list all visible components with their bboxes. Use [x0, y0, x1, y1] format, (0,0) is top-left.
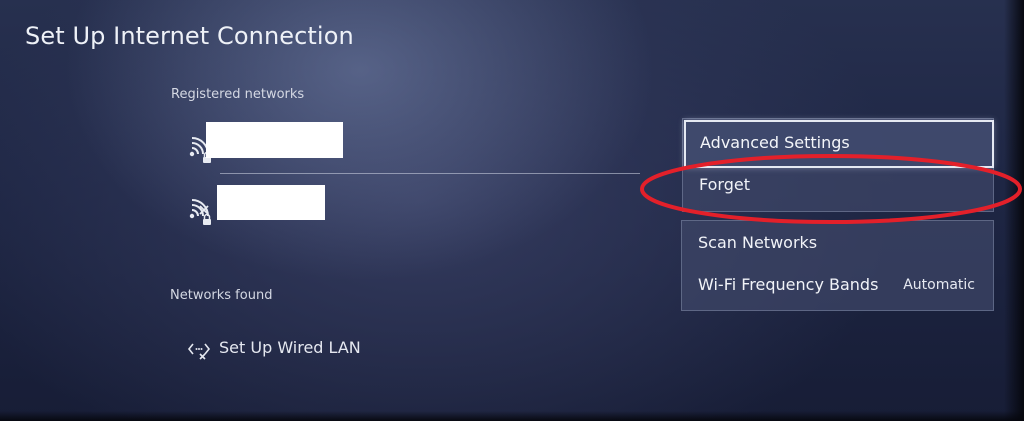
forget-option[interactable]: Forget [683, 175, 993, 199]
wifi-locked-disabled-icon [189, 199, 211, 225]
wifi-frequency-bands-label: Wi-Fi Frequency Bands [698, 275, 879, 294]
wired-lan-disconnected-icon [187, 343, 211, 360]
wifi-frequency-bands-value: Automatic [903, 277, 975, 293]
wired-lan-label: Set Up Wired LAN [219, 338, 361, 357]
wifi-frequency-bands-option[interactable]: Wi-Fi Frequency Bands Automatic [682, 275, 993, 299]
redacted-network-name [206, 122, 343, 158]
page-title: Set Up Internet Connection [25, 22, 354, 50]
advanced-settings-focused-label[interactable]: Advanced Settings [700, 133, 850, 152]
forget-label: Forget [699, 175, 750, 194]
connection-options-menu: Scan Networks Wi-Fi Frequency Bands Auto… [681, 220, 994, 311]
registered-networks-heading: Registered networks [171, 87, 305, 102]
scan-networks-option[interactable]: Scan Networks [682, 233, 993, 257]
networks-found-heading: Networks found [170, 288, 273, 303]
list-separator [220, 173, 640, 174]
redacted-network-name [217, 185, 325, 220]
screen-edge-shadow [1004, 0, 1024, 421]
set-up-wired-lan[interactable]: Set Up Wired LAN [186, 336, 406, 362]
screen-bottom-shadow [0, 411, 1024, 421]
scan-networks-label: Scan Networks [698, 233, 818, 252]
